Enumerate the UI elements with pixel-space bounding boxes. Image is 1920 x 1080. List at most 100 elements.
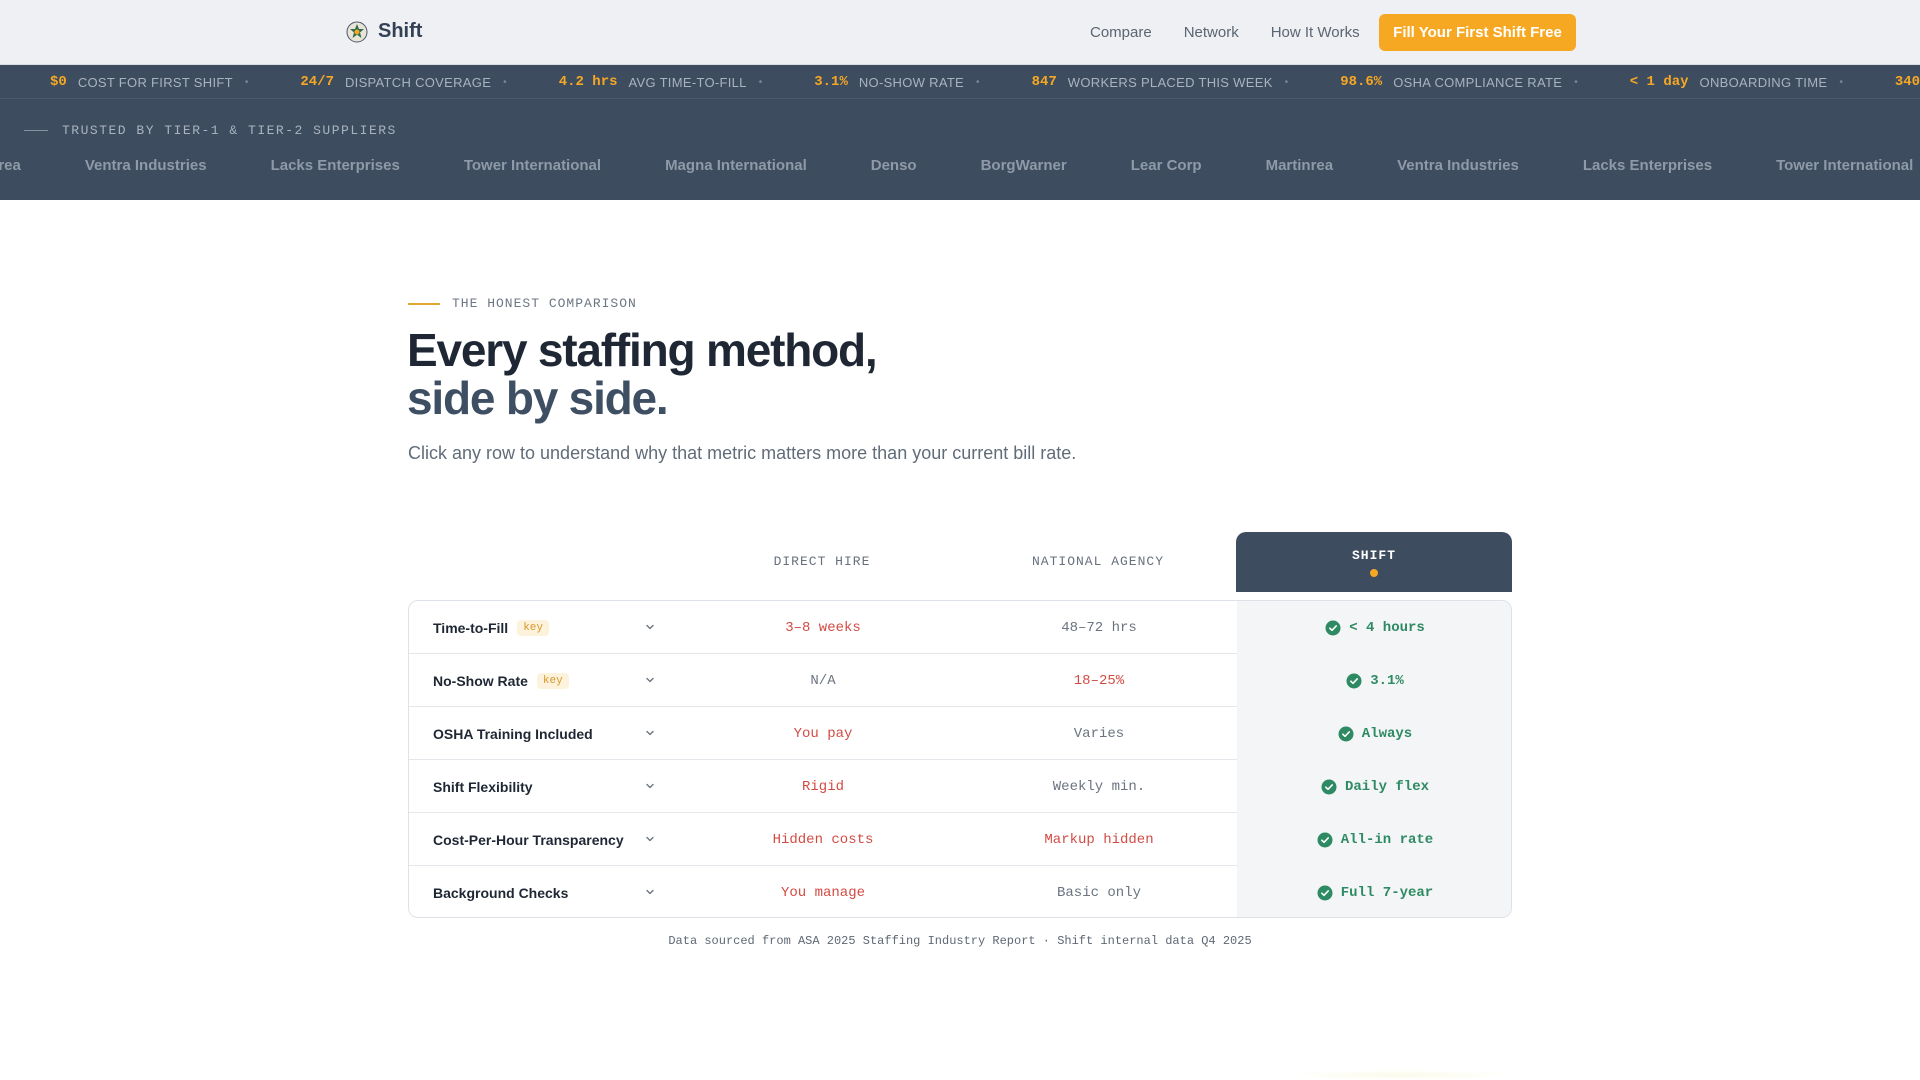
check-circle-icon <box>1321 779 1337 794</box>
client-logo: Lacks Enterprises <box>1582 157 1713 174</box>
ticker-stat-value: 24/7 <box>300 74 334 90</box>
metric-cell: Shift Flexibility <box>409 760 685 813</box>
ticker-stat-value: 3.1% <box>814 74 848 90</box>
metric-cell: Background Checks <box>409 866 685 917</box>
table-row[interactable]: Cost-Per-Hour Transparency Hidden costs Ma… <box>409 813 1511 866</box>
shift-value-cell: Daily flex <box>1237 760 1511 813</box>
client-logo: Martinrea <box>1265 157 1334 174</box>
direct-hire-value: Rigid <box>801 778 844 795</box>
trusted-heading: TRUSTED BY TIER-1 & TIER-2 SUPPLIERS <box>24 123 397 138</box>
column-header-direct-hire: DIRECT HIRE <box>773 553 871 569</box>
national-agency-value: Basic only <box>1056 884 1141 901</box>
client-logo: Lear Corp <box>1130 157 1202 174</box>
check-circle-icon <box>1325 620 1341 635</box>
table-row[interactable]: OSHA Training Included You pay Varies Alway… <box>409 707 1511 760</box>
chevron-down-icon[interactable] <box>643 885 657 899</box>
check-circle-icon <box>1317 832 1333 847</box>
nav-links: Compare Network How It Works <box>1090 24 1360 41</box>
ticker-stat: 340+PLANT <box>1895 74 1920 90</box>
table-row[interactable]: No-Show Rate key N/A 18–25% 3.1% <box>409 654 1511 707</box>
ticker-stat-value: 340+ <box>1894 74 1920 90</box>
metric-cell: Cost-Per-Hour Transparency <box>409 813 685 866</box>
shift-value-cell: Always <box>1237 707 1511 760</box>
shift-value-cell: All-in rate <box>1237 813 1511 866</box>
client-logo: Ventra Industries <box>1397 157 1519 174</box>
page-subtitle: Click any row to understand why that met… <box>408 443 1077 463</box>
fill-first-shift-button[interactable]: Fill Your First Shift Free <box>1379 14 1576 51</box>
trusted-label: TRUSTED BY TIER-1 & TIER-2 SUPPLIERS <box>62 123 397 138</box>
ticker-separator-icon: • <box>503 76 507 88</box>
ticker-stat-value: $0 <box>50 74 67 90</box>
column-header-national-agency: NATIONAL AGENCY <box>1031 553 1165 569</box>
stats-band: $0 COST FOR FIRST SHIFT • 24/7 DISPATCH COVE… <box>0 65 1920 200</box>
shift-value-cell: Full 7-year <box>1237 866 1511 917</box>
ticker-stat: $0 COST FOR FIRST SHIFT • <box>50 74 300 90</box>
metric-label: Cost-Per-Hour Transparency <box>433 831 624 848</box>
ticker-separator-icon: • <box>1574 76 1578 88</box>
column-header-shift-label: SHIFT <box>1351 547 1396 563</box>
direct-hire-value: Hidden costs <box>772 831 874 848</box>
comparison-table: Time-to-Fill key 3–8 weeks 48–72 hrs < 4 hou… <box>408 600 1512 918</box>
national-agency-value: 18–25% <box>1073 672 1125 689</box>
ticker-stat-label: OSHA COMPLIANCE RATE <box>1393 74 1563 90</box>
metric-label: Time-to-Fill <box>433 619 509 636</box>
title-line-1: Every staffing method, <box>407 324 878 376</box>
key-badge: key <box>536 672 569 689</box>
check-circle-icon <box>1338 726 1354 741</box>
section-eyebrow: THE HONEST COMPARISON <box>408 296 637 311</box>
direct-hire-value: 3–8 weeks <box>785 619 861 636</box>
national-agency-value: Weekly min. <box>1052 778 1146 795</box>
national-agency-value: Markup hidden <box>1044 831 1154 848</box>
metric-label: Shift Flexibility <box>433 778 533 795</box>
ticker-stat: 3.1% NO-SHOW RATE • <box>814 74 1031 90</box>
column-header-shift: SHIFT <box>1236 532 1512 592</box>
ticker-separator-icon: • <box>1284 76 1289 88</box>
metric-label: No-Show Rate <box>433 672 528 689</box>
ticker-separator-icon: • <box>1839 76 1843 88</box>
nav-link-compare[interactable]: Compare <box>1090 24 1152 41</box>
check-circle-icon <box>1317 885 1333 900</box>
shift-value-cell: < 4 hours <box>1237 601 1511 654</box>
client-logo: BorgWarner <box>980 157 1067 174</box>
eyebrow-divider <box>408 302 440 305</box>
ticker-stat-label: COST FOR FIRST SHIFT <box>77 74 233 90</box>
chevron-down-icon[interactable] <box>643 779 657 793</box>
shift-value-cell: 3.1% <box>1237 654 1511 707</box>
direct-hire-value: You pay <box>793 725 853 742</box>
client-logo: Magna International <box>665 157 807 174</box>
client-logo: Lacks Enterprises <box>270 157 400 174</box>
table-row[interactable]: Time-to-Fill key 3–8 weeks 48–72 hrs < 4 hou… <box>409 601 1511 654</box>
ticker-stat: 24/7 DISPATCH COVERAGE • <box>300 74 558 90</box>
table-row[interactable]: Shift Flexibility Rigid Weekly min. Daily f… <box>409 760 1511 813</box>
shift-value: < 4 hours <box>1349 619 1425 636</box>
chevron-down-icon[interactable] <box>643 726 657 740</box>
ticker-separator-icon: • <box>758 76 763 88</box>
chevron-down-icon[interactable] <box>643 620 657 634</box>
ticker-stat-value: < 1 day <box>1629 74 1689 90</box>
ticker-stat-value: 847 <box>1031 74 1057 90</box>
national-agency-value: Varies <box>1073 725 1125 742</box>
ticker-stat-label: AVG TIME-TO-FILL <box>628 74 747 90</box>
brand[interactable]: Shift <box>346 20 422 43</box>
nav-link-network[interactable]: Network <box>1184 24 1239 41</box>
client-logo: Denso <box>870 157 917 174</box>
chevron-down-icon[interactable] <box>643 673 657 687</box>
ticker-stat: 4.2 hrs AVG TIME-TO-FILL • <box>559 74 815 90</box>
ticker-track: $0 COST FOR FIRST SHIFT • 24/7 DISPATCH COVE… <box>50 65 1920 98</box>
chevron-down-icon[interactable] <box>643 832 657 846</box>
title-line-2: side by side. <box>407 372 669 424</box>
shift-value: Always <box>1361 725 1413 742</box>
metric-cell: Time-to-Fill key <box>409 601 685 654</box>
table-row[interactable]: Background Checks You manage Basic only Ful… <box>409 866 1511 917</box>
nav-link-how-it-works[interactable]: How It Works <box>1271 24 1360 41</box>
ticker-stat-value: 98.6% <box>1340 74 1383 90</box>
shift-value: Full 7-year <box>1340 884 1434 901</box>
check-circle-icon <box>1346 673 1362 688</box>
shift-value: Daily flex <box>1344 778 1429 795</box>
ticker-stat-label: DISPATCH COVERAGE <box>344 74 492 90</box>
trusted-divider <box>24 130 48 131</box>
ticker-separator-icon: • <box>244 76 249 88</box>
ticker-stat-value: 4.2 hrs <box>558 74 618 90</box>
metric-label: OSHA Training Included <box>433 725 593 742</box>
logos-track: tinrea Ventra Industries Lacks Enterprises… <box>0 157 1920 174</box>
